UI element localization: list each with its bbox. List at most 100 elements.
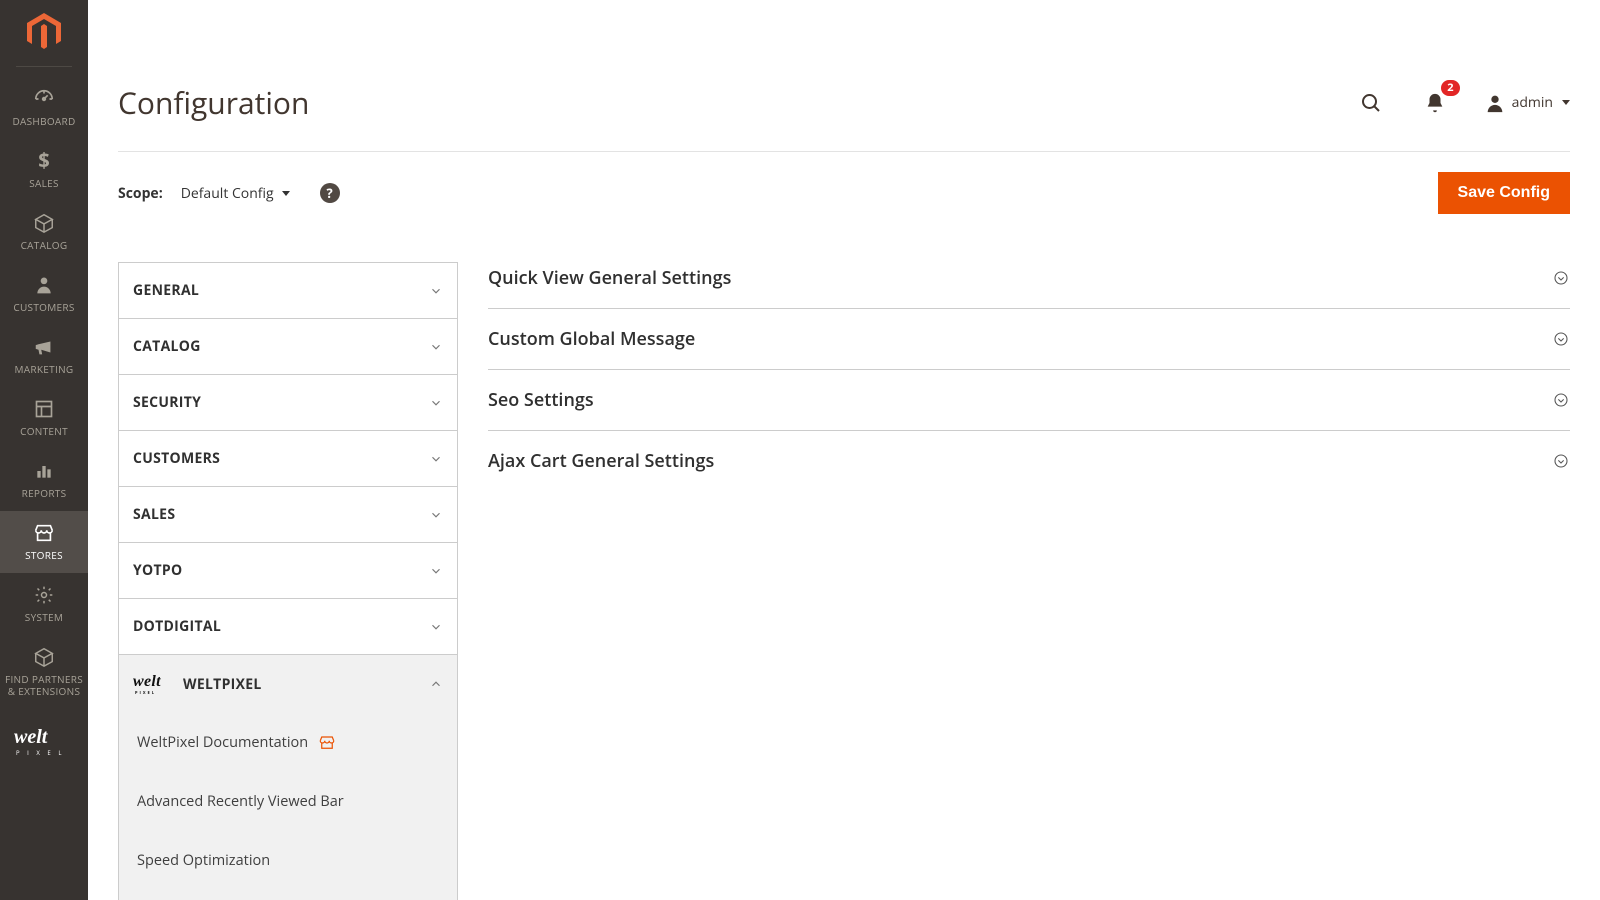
nav-label: REPORTS bbox=[22, 487, 67, 499]
nav-item-catalog[interactable]: CATALOG bbox=[0, 201, 88, 263]
account-menu[interactable]: admin bbox=[1484, 92, 1570, 114]
config-sub-item-docs[interactable]: WeltPixel Documentation bbox=[119, 713, 457, 772]
chevron-down-icon bbox=[282, 191, 290, 196]
weltpixel-small-logo-icon: welt PIXEL bbox=[133, 673, 173, 695]
nav-label: MARKETING bbox=[15, 363, 74, 375]
nav-item-stores[interactable]: STORES bbox=[0, 511, 88, 573]
notifications-button[interactable]: 2 bbox=[1420, 88, 1450, 118]
notification-badge: 2 bbox=[1441, 80, 1459, 96]
config-group-catalog: CATALOG bbox=[118, 318, 458, 374]
section-quick-view[interactable]: Quick View General Settings bbox=[488, 262, 1570, 309]
svg-text:$: $ bbox=[38, 150, 50, 172]
config-sub-label: WeltPixel Documentation bbox=[137, 733, 308, 752]
page-title: Configuration bbox=[118, 82, 309, 123]
svg-text:PIXEL: PIXEL bbox=[135, 691, 156, 695]
nav-label: CUSTOMERS bbox=[13, 301, 74, 313]
nav-item-reports[interactable]: REPORTS bbox=[0, 449, 88, 511]
scope-value: Default Config bbox=[181, 184, 274, 203]
config-group-header[interactable]: welt PIXEL WELTPIXEL bbox=[119, 655, 457, 713]
config-group-header[interactable]: CATALOG bbox=[119, 319, 457, 374]
nav-item-system[interactable]: SYSTEM bbox=[0, 573, 88, 635]
config-group-weltpixel: welt PIXEL WELTPIXEL WeltPixel Documenta… bbox=[118, 654, 458, 900]
chevron-down-icon bbox=[429, 396, 443, 410]
config-sub-item-recently-viewed[interactable]: Advanced Recently Viewed Bar bbox=[119, 772, 457, 831]
chevron-down-icon bbox=[429, 284, 443, 298]
nav-item-marketing[interactable]: MARKETING bbox=[0, 325, 88, 387]
expand-icon bbox=[1552, 391, 1570, 409]
chevron-down-icon bbox=[429, 620, 443, 634]
page-header: Configuration 2 admin bbox=[118, 0, 1570, 151]
config-group-header[interactable]: SECURITY bbox=[119, 375, 457, 430]
section-title: Seo Settings bbox=[488, 388, 594, 412]
chevron-down-icon bbox=[1562, 100, 1570, 105]
save-config-button[interactable]: Save Config bbox=[1438, 172, 1570, 214]
config-group-header[interactable]: CUSTOMERS bbox=[119, 431, 457, 486]
scope-label: Scope: bbox=[118, 184, 163, 203]
config-group-header[interactable]: DOTDIGITAL bbox=[119, 599, 457, 654]
config-group-header[interactable]: SALES bbox=[119, 487, 457, 542]
nav-label: CONTENT bbox=[20, 425, 68, 437]
section-title: Ajax Cart General Settings bbox=[488, 449, 714, 473]
nav-label: SALES bbox=[29, 177, 59, 189]
config-group-label: CUSTOMERS bbox=[133, 449, 220, 468]
nav-label: CATALOG bbox=[21, 239, 68, 251]
box-icon bbox=[32, 211, 56, 235]
config-group-general: GENERAL bbox=[118, 262, 458, 318]
store-icon bbox=[32, 521, 56, 545]
nav-label: STORES bbox=[25, 549, 63, 561]
header-tools: 2 admin bbox=[1356, 88, 1570, 118]
config-sub-item-speed[interactable]: Speed Optimization bbox=[119, 831, 457, 890]
nav-divider bbox=[16, 66, 72, 67]
config-group-header[interactable]: GENERAL bbox=[119, 263, 457, 318]
nav-label: FIND PARTNERS & EXTENSIONS bbox=[5, 673, 83, 697]
config-group-yotpo: YOTPO bbox=[118, 542, 458, 598]
person-icon bbox=[32, 273, 56, 297]
config-sub-label: Speed Optimization bbox=[137, 851, 270, 870]
config-group-dotdigital: DOTDIGITAL bbox=[118, 598, 458, 654]
config-group-customers: CUSTOMERS bbox=[118, 430, 458, 486]
chevron-up-icon bbox=[429, 677, 443, 691]
config-group-label: GENERAL bbox=[133, 281, 199, 300]
magento-logo[interactable] bbox=[24, 12, 64, 52]
user-icon bbox=[1484, 92, 1506, 114]
section-seo[interactable]: Seo Settings bbox=[488, 370, 1570, 431]
config-group-label: DOTDIGITAL bbox=[133, 617, 221, 636]
section-ajax-cart[interactable]: Ajax Cart General Settings bbox=[488, 431, 1570, 491]
scope-help[interactable]: ? bbox=[320, 183, 340, 203]
bars-icon bbox=[32, 459, 56, 483]
main-panel: Configuration 2 admin Scope: Default Con… bbox=[88, 0, 1600, 900]
section-list: Quick View General Settings Custom Globa… bbox=[488, 262, 1570, 900]
config-group-security: SECURITY bbox=[118, 374, 458, 430]
config-group-label: SALES bbox=[133, 505, 175, 524]
section-title: Custom Global Message bbox=[488, 327, 695, 351]
config-sub-item-frontend[interactable]: Frontend Options bbox=[119, 890, 457, 900]
nav-label: SYSTEM bbox=[25, 611, 63, 623]
svg-text:P I X E L: P I X E L bbox=[16, 749, 64, 757]
bell-icon bbox=[1424, 92, 1446, 114]
section-global-message[interactable]: Custom Global Message bbox=[488, 309, 1570, 370]
search-icon bbox=[1359, 91, 1383, 115]
config-group-label: welt PIXEL WELTPIXEL bbox=[133, 673, 262, 695]
config-group-header[interactable]: YOTPO bbox=[119, 543, 457, 598]
expand-icon bbox=[1552, 330, 1570, 348]
config-group-label: CATALOG bbox=[133, 337, 201, 356]
config-group-sales: SALES bbox=[118, 486, 458, 542]
svg-text:welt: welt bbox=[133, 673, 161, 690]
nav-item-weltpixel[interactable]: welt P I X E L bbox=[0, 715, 88, 771]
config-sidebar: GENERAL CATALOG SECURITY CUSTOMERS bbox=[118, 262, 458, 900]
nav-item-sales[interactable]: $ SALES bbox=[0, 139, 88, 201]
config-content: GENERAL CATALOG SECURITY CUSTOMERS bbox=[118, 234, 1570, 900]
scope-select[interactable]: Default Config bbox=[181, 184, 290, 203]
nav-label: DASHBOARD bbox=[12, 115, 75, 127]
nav-item-customers[interactable]: CUSTOMERS bbox=[0, 263, 88, 325]
puzzle-icon bbox=[32, 645, 56, 669]
gear-icon bbox=[32, 583, 56, 607]
section-title: Quick View General Settings bbox=[488, 266, 731, 290]
expand-icon bbox=[1552, 269, 1570, 287]
nav-item-content[interactable]: CONTENT bbox=[0, 387, 88, 449]
account-username: admin bbox=[1512, 93, 1553, 112]
chevron-down-icon bbox=[429, 340, 443, 354]
search-button[interactable] bbox=[1356, 88, 1386, 118]
nav-item-partners[interactable]: FIND PARTNERS & EXTENSIONS bbox=[0, 635, 88, 709]
nav-item-dashboard[interactable]: DASHBOARD bbox=[0, 77, 88, 139]
